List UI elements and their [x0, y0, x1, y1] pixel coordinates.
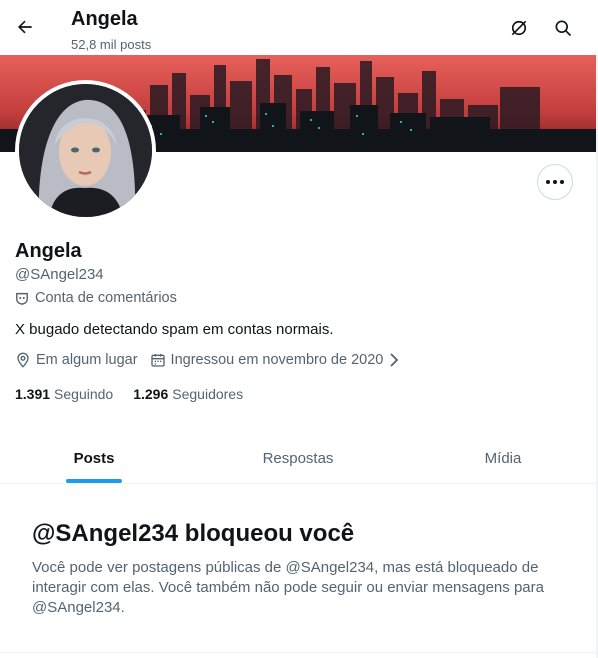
profile-tabs: Posts Respostas Mídia [0, 434, 598, 484]
profile-bio: X bugado detectando spam em contas norma… [15, 321, 334, 338]
location: Em algum lugar [15, 352, 138, 368]
following-count: 1.391 [15, 386, 51, 402]
chevron-right-icon [390, 353, 399, 367]
account-label-text: Conta de comentários [35, 290, 177, 306]
back-button[interactable] [8, 10, 42, 44]
followers-count: 1.296 [133, 386, 169, 402]
following-label: Seguindo [54, 386, 114, 402]
tab-midia[interactable]: Mídia [408, 434, 598, 483]
avatar-image [19, 84, 152, 217]
avatar-portrait-image [19, 84, 152, 217]
follow-stats: 1.391 Seguindo 1.296 Seguidores [15, 386, 263, 402]
more-icon-dot [560, 180, 564, 184]
profile-page: Angela 52,8 mil posts Angela @SAngel234 … [0, 0, 598, 658]
joined-date[interactable]: Ingressou em novembro de 2020 [150, 352, 401, 368]
avatar[interactable] [15, 80, 156, 221]
tab-posts-label: Posts [73, 450, 115, 467]
calendar-icon [150, 354, 165, 367]
automated-account-icon [16, 292, 28, 305]
more-icon [546, 180, 550, 184]
arrow-left-icon [18, 20, 32, 34]
tab-midia-label: Mídia [484, 450, 522, 467]
location-text: Em algum lugar [36, 352, 138, 368]
posts-count: 52,8 mil posts [71, 37, 152, 52]
profile-handle: @SAngel234 [15, 266, 104, 283]
search-icon [555, 20, 572, 37]
header-title: Angela [71, 8, 138, 30]
blocked-message: Você pode ver postagens públicas de @SAn… [32, 559, 544, 616]
grok-icon [511, 20, 527, 36]
grok-button[interactable] [503, 12, 535, 44]
followers-label: Seguidores [172, 386, 244, 402]
tab-respostas[interactable]: Respostas [188, 434, 408, 483]
blocked-title: @SAngel234 bloqueou você [32, 520, 355, 547]
joined-text: Ingressou em novembro de 2020 [170, 352, 384, 368]
search-button[interactable] [547, 12, 579, 44]
top-bar: Angela 52,8 mil posts [0, 0, 598, 55]
more-options-button[interactable] [537, 164, 573, 200]
tab-respostas-label: Respostas [262, 450, 334, 467]
account-label[interactable]: Conta de comentários [15, 290, 177, 306]
active-tab-indicator [66, 479, 122, 483]
tab-posts[interactable]: Posts [0, 434, 188, 483]
divider [0, 652, 598, 653]
more-icon-dot [553, 180, 557, 184]
profile-meta: Em algum lugar Ingressou em novembro de … [15, 352, 412, 368]
profile-name: Angela [15, 240, 82, 262]
following-link[interactable]: 1.391 Seguindo [15, 386, 113, 402]
followers-link[interactable]: 1.296 Seguidores [133, 386, 243, 402]
location-pin-icon [17, 352, 29, 368]
